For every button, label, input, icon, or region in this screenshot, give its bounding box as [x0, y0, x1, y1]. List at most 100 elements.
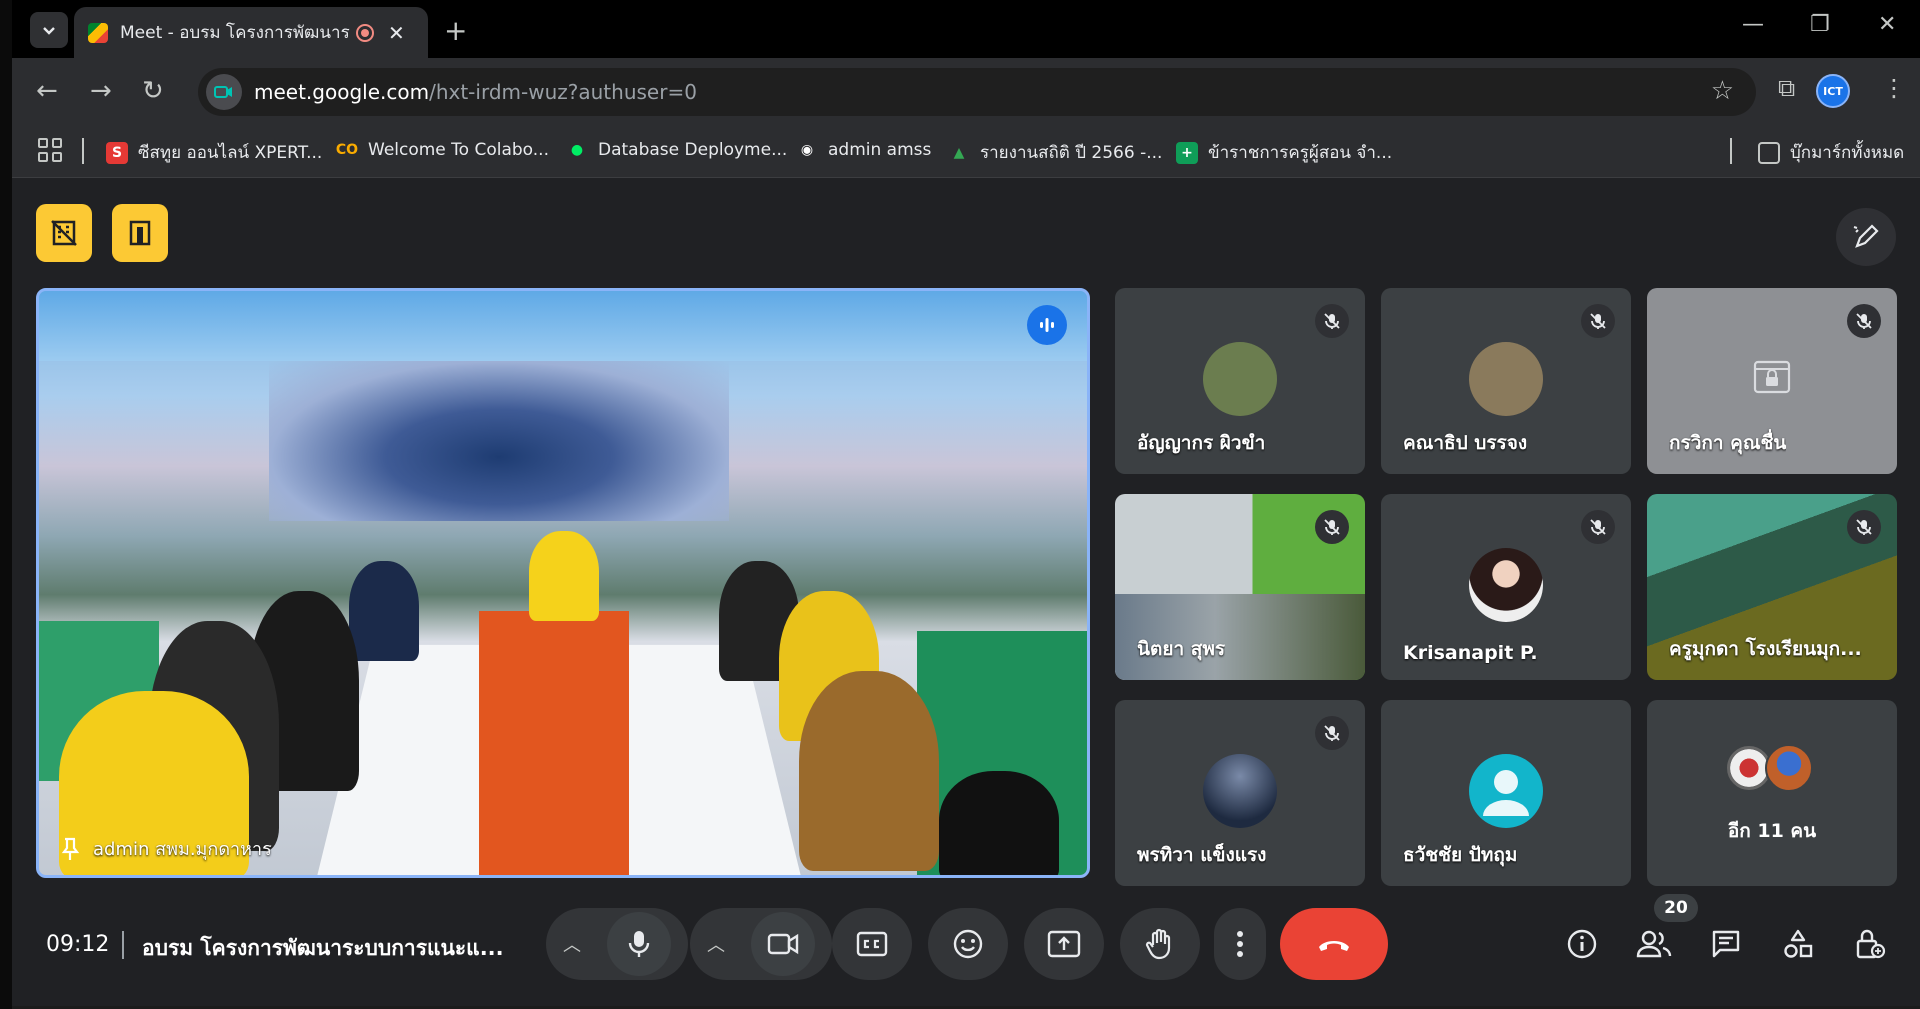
bookmark-label: ซีสทูย ออนไลน์ XPERT...: [138, 143, 323, 163]
new-tab-button[interactable]: +: [444, 14, 467, 47]
main-video-label: admin สพม.มุกดาหาร: [59, 834, 272, 863]
mic-off-icon: [1581, 510, 1615, 544]
bookmark-item[interactable]: ▲ รายงานสถิติ ปี 2566 -...: [948, 139, 1163, 166]
participant-tile[interactable]: พรทิวา แข็งแรง: [1115, 700, 1365, 886]
participant-tile[interactable]: ครูมุกดา โรงเรียนมุก...: [1647, 494, 1897, 680]
tab-close-button[interactable]: ✕: [388, 21, 405, 45]
video-person: [529, 531, 599, 621]
video-table: [479, 611, 629, 875]
all-bookmarks-label: บุ๊กมาร์กทั้งหมด: [1790, 143, 1905, 163]
participant-name: คณาธิป บรรจง: [1403, 432, 1528, 454]
mic-off-icon: [1847, 510, 1881, 544]
tab-strip: Meet - อบรม โครงการพัฒนาระ ✕ + — ❐ ✕: [12, 0, 1920, 58]
back-button[interactable]: ←: [36, 76, 58, 106]
participant-tile[interactable]: ธวัชชัย ปัทถุม: [1381, 700, 1631, 886]
meet-stage: admin สพม.มุกดาหาร อัญญากร ผิวขำ คณาธิป …: [12, 178, 1920, 1009]
door-icon: [129, 220, 151, 246]
camera-icon[interactable]: [751, 912, 815, 976]
mic-off-icon: [1315, 510, 1349, 544]
meeting-title: อบรม โครงการพัฒนาระบบการแนะแ...: [142, 936, 504, 960]
mic-off-icon: [1315, 716, 1349, 750]
meeting-info-icon[interactable]: [1562, 924, 1602, 964]
more-participants-tile[interactable]: อีก 11 คน: [1647, 700, 1897, 886]
video-backdrop: [269, 361, 729, 521]
bookmark-icon: +: [1176, 141, 1198, 164]
bookmark-item[interactable]: ● Database Deployme...: [566, 139, 787, 161]
end-call-icon: [1319, 941, 1349, 951]
minimize-button[interactable]: —: [1742, 12, 1764, 37]
reactions-button[interactable]: [928, 908, 1008, 980]
participant-name: ธวัชชัย ปัทถุม: [1403, 844, 1518, 866]
bookmark-icon: ●: [570, 142, 584, 158]
captions-button[interactable]: [832, 908, 912, 980]
microphone-icon[interactable]: [607, 912, 671, 976]
mic-off-icon: [1315, 304, 1349, 338]
host-controls-lock-icon[interactable]: [1850, 924, 1890, 964]
site-info-icon[interactable]: [206, 74, 242, 110]
bookmark-icon: ◉: [800, 142, 814, 158]
participant-tile[interactable]: นิตยา สุพร: [1115, 494, 1365, 680]
pen-sparkle-icon: [1853, 224, 1879, 248]
browser-menu-icon[interactable]: ⋮: [1882, 74, 1906, 102]
bookmark-item[interactable]: ◉ admin amss: [796, 139, 931, 161]
address-bar[interactable]: meet.google.com/hxt-irdm-wuz?authuser=0 …: [198, 68, 1756, 116]
folder-icon: [1758, 141, 1780, 164]
leave-call-button[interactable]: [1280, 908, 1388, 980]
default-avatar-icon: [1469, 754, 1543, 828]
closed-captions-icon: [856, 931, 888, 957]
participant-tile[interactable]: กรวิกา คุณชื่น: [1647, 288, 1897, 474]
url-text: meet.google.com/hxt-irdm-wuz?authuser=0: [254, 80, 697, 104]
extensions-icon[interactable]: ⧉: [1778, 74, 1795, 102]
breakout-rooms-button[interactable]: [112, 204, 168, 262]
raise-hand-button[interactable]: [1120, 908, 1200, 980]
annotate-button[interactable]: [1836, 208, 1896, 266]
more-vert-icon: [1237, 931, 1243, 957]
present-screen-button[interactable]: [1024, 908, 1104, 980]
participant-tile[interactable]: คณาธิป บรรจง: [1381, 288, 1631, 474]
restore-button[interactable]: ❐: [1810, 12, 1830, 37]
chat-icon[interactable]: [1706, 924, 1746, 964]
avatar: [1469, 342, 1543, 416]
no-building-icon: [51, 220, 77, 246]
activities-icon[interactable]: [1778, 924, 1818, 964]
main-video-tile[interactable]: admin สพม.มุกดาหาร: [36, 288, 1090, 878]
forward-button[interactable]: →: [90, 76, 112, 106]
profile-avatar[interactable]: ICT: [1816, 74, 1850, 108]
camera-control[interactable]: ︿: [690, 908, 832, 980]
present-screen-icon: [1047, 930, 1081, 958]
chevron-up-icon[interactable]: ︿: [707, 931, 725, 957]
bookmark-item[interactable]: CO Welcome To Colabo...: [336, 139, 549, 161]
bookmark-item[interactable]: S ซีสทูย ออนไลน์ XPERT...: [106, 139, 322, 166]
tab-search-button[interactable]: [30, 12, 68, 48]
people-icon[interactable]: [1634, 924, 1674, 964]
browser-toolbar: ← → ↻ meet.google.com/hxt-irdm-wuz?authu…: [12, 58, 1920, 126]
bookmark-item[interactable]: + ข้าราชการครูผู้สอน จำ...: [1176, 139, 1392, 166]
tab-meet[interactable]: Meet - อบรม โครงการพัฒนาระ ✕: [74, 7, 428, 58]
bookmark-label: Welcome To Colabo...: [368, 140, 549, 160]
reload-button[interactable]: ↻: [142, 76, 164, 106]
locked-window-icon: [1753, 360, 1791, 398]
tab-title: Meet - อบรม โครงการพัฒนาระ: [120, 23, 350, 43]
browser-window: Meet - อบรม โครงการพัฒนาระ ✕ + — ❐ ✕ ← →…: [12, 0, 1920, 1009]
url-host: meet.google.com: [254, 80, 430, 104]
url-path: /hxt-irdm-wuz?authuser=0: [429, 80, 697, 104]
apps-grid-icon[interactable]: [38, 138, 62, 162]
pin-icon: [61, 837, 80, 860]
host-controls-button[interactable]: [36, 204, 92, 262]
all-bookmarks-button[interactable]: บุ๊กมาร์กทั้งหมด: [1758, 139, 1904, 166]
participant-count-badge: 20: [1654, 894, 1698, 922]
bookmarks-divider: [82, 138, 84, 164]
bookmark-label: ข้าราชการครูผู้สอน จำ...: [1208, 143, 1393, 163]
bookmark-star-icon[interactable]: ☆: [1711, 76, 1734, 106]
bookmark-icon: CO: [335, 142, 359, 158]
main-video-name: admin สพม.มุกดาหาร: [93, 839, 272, 860]
divider: [122, 931, 124, 959]
participant-tile[interactable]: Krisanapit P.: [1381, 494, 1631, 680]
chevron-up-icon[interactable]: ︿: [563, 931, 581, 957]
more-options-button[interactable]: [1214, 908, 1266, 980]
mic-control[interactable]: ︿: [546, 908, 688, 980]
participant-tile[interactable]: อัญญากร ผิวขำ: [1115, 288, 1365, 474]
video-backdrop: [39, 291, 1087, 361]
bookmark-icon: ▲: [953, 144, 965, 161]
close-window-button[interactable]: ✕: [1878, 12, 1896, 37]
